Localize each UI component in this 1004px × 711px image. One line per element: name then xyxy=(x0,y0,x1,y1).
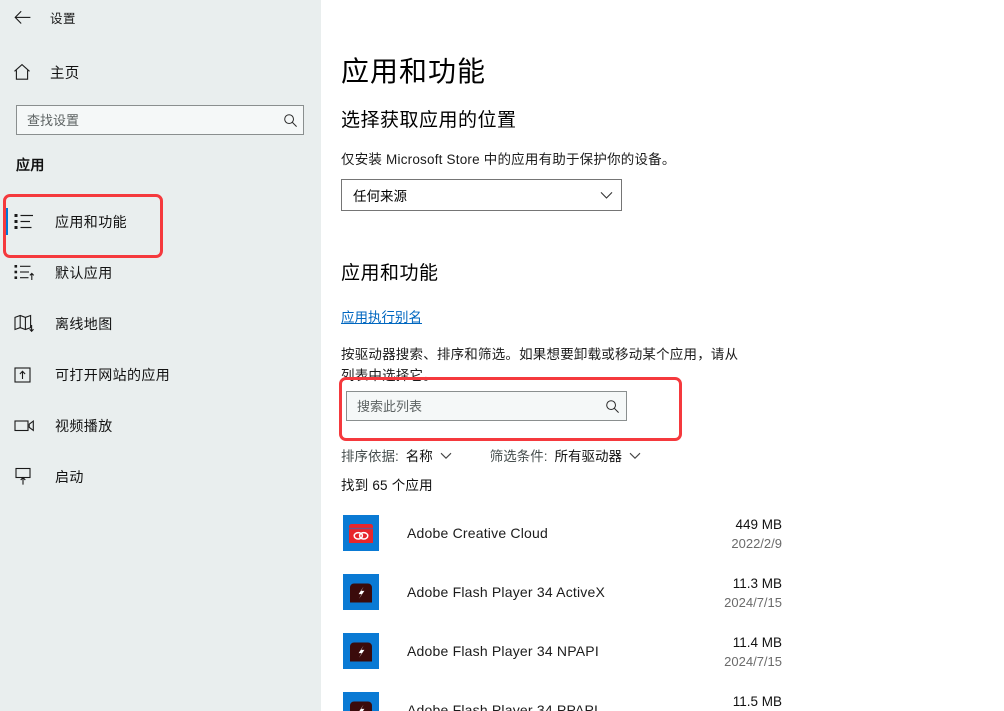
sidebar-item-label: 可打开网站的应用 xyxy=(55,366,171,383)
filter-by-value: 所有驱动器 xyxy=(554,449,623,464)
app-name: Adobe Flash Player 34 PPAPI xyxy=(407,702,599,711)
sort-by-value: 名称 xyxy=(405,449,433,464)
page-title: 应用和功能 xyxy=(341,56,487,87)
sidebar-item-apps-and-features[interactable]: 应用和功能 xyxy=(0,196,321,247)
sort-by-dropdown[interactable]: 排序依据: 名称 xyxy=(341,445,452,465)
sidebar-item-label: 启动 xyxy=(55,468,84,485)
choose-source-heading: 选择获取应用的位置 xyxy=(341,110,517,131)
list-item[interactable]: Adobe Flash Player 34 ActiveX 11.3 MB 20… xyxy=(321,567,1004,626)
filter-by-label: 筛选条件: xyxy=(489,449,548,464)
list-item[interactable]: Adobe Flash Player 34 PPAPI 11.5 MB xyxy=(321,685,1004,711)
window-title: 设置 xyxy=(50,11,77,26)
sidebar: 设置 主页 应用 xyxy=(0,0,321,711)
adobe-creative-cloud-icon xyxy=(343,515,379,551)
sort-filter-row: 排序依据: 名称 筛选条件: 所有驱动器 xyxy=(341,445,641,465)
app-source-dropdown[interactable]: 任何来源 xyxy=(341,179,622,211)
sidebar-group-title: 应用 xyxy=(16,157,45,173)
list-item[interactable]: Adobe Flash Player 34 NPAPI 11.4 MB 2024… xyxy=(321,626,1004,685)
search-icon xyxy=(277,113,303,128)
sidebar-item-default-apps[interactable]: 默认应用 xyxy=(0,247,321,298)
adobe-flash-player-icon xyxy=(343,574,379,610)
video-icon xyxy=(14,415,42,437)
list-description: 按驱动器搜索、排序和筛选。如果想要卸载或移动某个应用，请从列表中选择它。 xyxy=(341,347,739,383)
app-name: Adobe Flash Player 34 ActiveX xyxy=(407,584,606,600)
sidebar-nav: 应用和功能 默认应用 离线地图 可打开网站的应用 视频播放 启动 xyxy=(0,196,321,502)
map-download-icon xyxy=(14,313,42,335)
app-meta: 449 MB 2022/2/9 xyxy=(622,515,782,554)
sidebar-item-startup[interactable]: 启动 xyxy=(0,451,321,502)
store-description: 仅安装 Microsoft Store 中的应用有助于保护你的设备。 xyxy=(341,152,676,167)
back-button[interactable] xyxy=(0,1,44,33)
installed-apps-list: Adobe Creative Cloud 449 MB 2022/2/9 Ado… xyxy=(321,508,1004,711)
sidebar-item-label: 默认应用 xyxy=(55,264,113,281)
website-app-icon xyxy=(14,364,42,386)
app-name: Adobe Creative Cloud xyxy=(407,525,548,541)
sidebar-item-label: 应用和功能 xyxy=(55,213,127,230)
chevron-down-icon xyxy=(440,448,452,463)
app-meta: 11.3 MB 2024/7/15 xyxy=(622,574,782,613)
app-size: 11.4 MB xyxy=(732,635,782,650)
list-icon xyxy=(14,211,42,233)
app-meta: 11.5 MB xyxy=(622,692,782,711)
app-install-date: 2022/2/9 xyxy=(731,536,782,551)
sidebar-item-home[interactable]: 主页 xyxy=(12,59,80,85)
sort-by-label: 排序依据: xyxy=(341,449,399,464)
home-icon xyxy=(14,63,30,80)
home-label: 主页 xyxy=(50,65,80,82)
app-source-value: 任何来源 xyxy=(353,189,407,204)
app-size: 11.3 MB xyxy=(732,576,782,591)
app-meta: 11.4 MB 2024/7/15 xyxy=(622,633,782,672)
sidebar-item-label: 视频播放 xyxy=(55,417,113,434)
adobe-flash-player-icon xyxy=(343,633,379,669)
chevron-down-icon xyxy=(591,191,621,200)
settings-search-input[interactable] xyxy=(17,106,277,134)
app-name: Adobe Flash Player 34 NPAPI xyxy=(407,643,599,659)
sidebar-item-label: 离线地图 xyxy=(55,315,113,332)
sidebar-item-video-playback[interactable]: 视频播放 xyxy=(0,400,321,451)
main-content: 应用和功能 选择获取应用的位置 仅安装 Microsoft Store 中的应用… xyxy=(321,0,1004,711)
app-install-date: 2024/7/15 xyxy=(724,654,782,669)
chevron-down-icon xyxy=(629,448,641,463)
sidebar-item-apps-for-websites[interactable]: 可打开网站的应用 xyxy=(0,349,321,400)
settings-window: 设置 主页 应用 xyxy=(0,0,1004,711)
apps-and-features-heading: 应用和功能 xyxy=(341,263,439,284)
app-size: 11.5 MB xyxy=(732,694,782,709)
found-apps-count: 找到 65 个应用 xyxy=(341,478,433,493)
startup-icon xyxy=(14,466,42,488)
filter-by-dropdown[interactable]: 筛选条件: 所有驱动器 xyxy=(490,445,641,465)
app-size: 449 MB xyxy=(735,517,782,532)
list-search-input[interactable] xyxy=(347,392,598,420)
title-bar: 设置 xyxy=(0,0,321,34)
app-list-search-box[interactable] xyxy=(346,391,627,421)
sidebar-item-offline-maps[interactable]: 离线地图 xyxy=(0,298,321,349)
search-icon xyxy=(598,399,626,414)
adobe-flash-player-icon xyxy=(343,692,379,711)
back-arrow-icon xyxy=(13,10,30,24)
settings-search-box[interactable] xyxy=(16,105,304,135)
app-execution-alias-link[interactable]: 应用执行别名 xyxy=(341,306,422,326)
app-install-date: 2024/7/15 xyxy=(724,595,782,610)
list-item[interactable]: Adobe Creative Cloud 449 MB 2022/2/9 xyxy=(321,508,1004,567)
default-apps-icon xyxy=(14,262,42,284)
